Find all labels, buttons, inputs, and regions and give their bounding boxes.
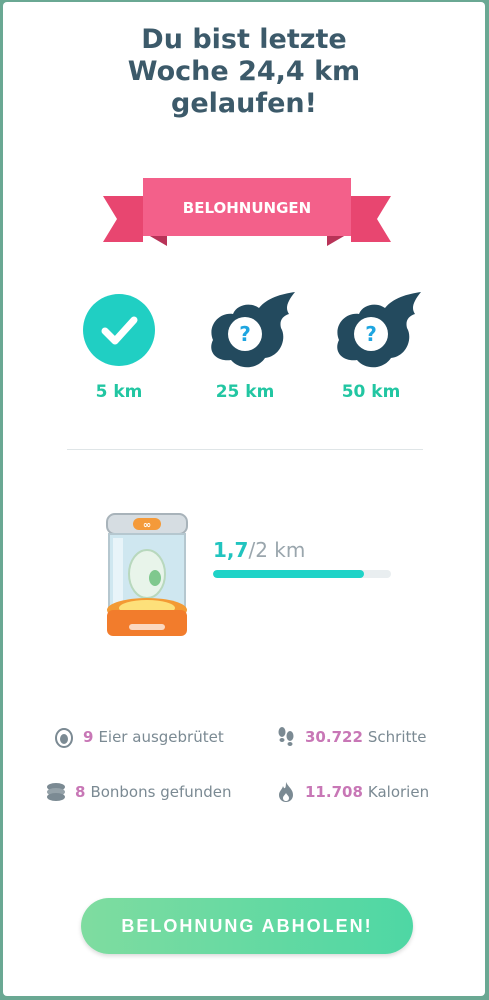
calories-label: Kalorien xyxy=(367,783,430,801)
milestone-25km: ? 25 km xyxy=(195,290,295,402)
eggs-count: 9 xyxy=(83,728,94,746)
egg-icon xyxy=(53,726,75,748)
candy-stack-icon xyxy=(45,781,67,803)
stat-calories: 11.708 Kalorien xyxy=(275,781,429,803)
incubator-progress-bar xyxy=(213,570,391,578)
mystery-reward-icon: ? xyxy=(205,290,295,370)
weekly-summary-card: Du bist letzte Woche 24,4 km gelaufen! B… xyxy=(3,2,485,996)
rewards-banner: BELOHNUNGEN xyxy=(103,174,391,254)
svg-text:∞: ∞ xyxy=(143,520,151,531)
flame-icon xyxy=(275,781,297,803)
progress-current: 1,7 xyxy=(213,538,249,562)
page-title: Du bist letzte Woche 24,4 km gelaufen! xyxy=(3,24,485,120)
mystery-reward-icon: ? xyxy=(331,290,421,370)
claim-reward-button[interactable]: BELOHNUNG ABHOLEN! xyxy=(81,898,413,954)
milestone-label: 5 km xyxy=(95,382,143,402)
candies-label: Bonbons gefunden xyxy=(90,783,232,801)
app-frame: Du bist letzte Woche 24,4 km gelaufen! B… xyxy=(0,0,489,1000)
incubator-progress-fill xyxy=(213,570,365,578)
incubator-progress-text: 1,7/2 km xyxy=(213,538,305,562)
steps-label: Schritte xyxy=(367,728,427,746)
eggs-label: Eier ausgebrütet xyxy=(98,728,224,746)
rewards-banner-label: BELOHNUNGEN xyxy=(182,199,312,217)
checkmark-icon xyxy=(79,290,159,370)
title-line-3: gelaufen! xyxy=(171,88,317,119)
title-line-2: Woche 24,4 km xyxy=(127,56,361,87)
milestone-50km: ? 50 km xyxy=(321,290,421,402)
steps-count: 30.722 xyxy=(305,728,363,746)
stat-steps: 30.722 Schritte xyxy=(275,726,427,748)
footsteps-icon xyxy=(275,726,297,748)
progress-total: 2 km xyxy=(255,538,306,562)
stat-eggs-hatched: 9 Eier ausgebrütet xyxy=(53,726,224,748)
title-line-1: Du bist letzte xyxy=(141,24,347,55)
svg-text:?: ? xyxy=(365,322,377,346)
milestone-label: 50 km xyxy=(341,382,401,402)
milestone-5km: 5 km xyxy=(69,290,169,402)
infinity-incubator-icon: ∞ xyxy=(99,512,195,642)
svg-text:?: ? xyxy=(239,322,251,346)
candies-count: 8 xyxy=(75,783,86,801)
stat-candies-found: 8 Bonbons gefunden xyxy=(45,781,232,803)
calories-count: 11.708 xyxy=(305,783,363,801)
section-divider xyxy=(67,449,423,450)
milestone-label: 25 km xyxy=(215,382,275,402)
